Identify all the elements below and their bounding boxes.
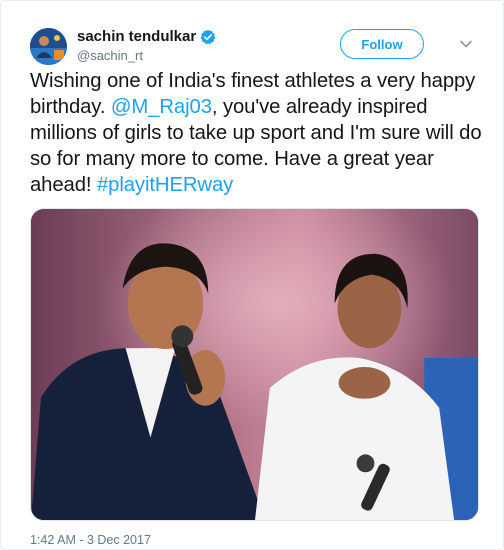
display-name[interactable]: sachin tendulkar [77, 28, 196, 46]
tweet-timestamp[interactable]: 1:42 AM - 3 Dec 2017 [30, 533, 151, 547]
tweet-text: Wishing one of India's finest athletes a… [30, 68, 490, 198]
user-handle[interactable]: @sachin_rt [77, 48, 216, 64]
tweet-card: sachin tendulkar @sachin_rt Follow Wishi… [0, 0, 504, 550]
verified-badge-icon [200, 29, 216, 45]
mention-link[interactable]: @M_Raj03 [111, 96, 212, 118]
tweet-header: sachin tendulkar @sachin_rt Follow [30, 22, 483, 70]
user-names: sachin tendulkar @sachin_rt [77, 28, 216, 64]
tweet-photo[interactable] [30, 208, 479, 521]
follow-button[interactable]: Follow [340, 29, 424, 59]
hashtag-link[interactable]: #playitHERway [97, 174, 233, 196]
avatar[interactable] [30, 27, 67, 65]
chevron-down-icon[interactable] [459, 37, 473, 51]
